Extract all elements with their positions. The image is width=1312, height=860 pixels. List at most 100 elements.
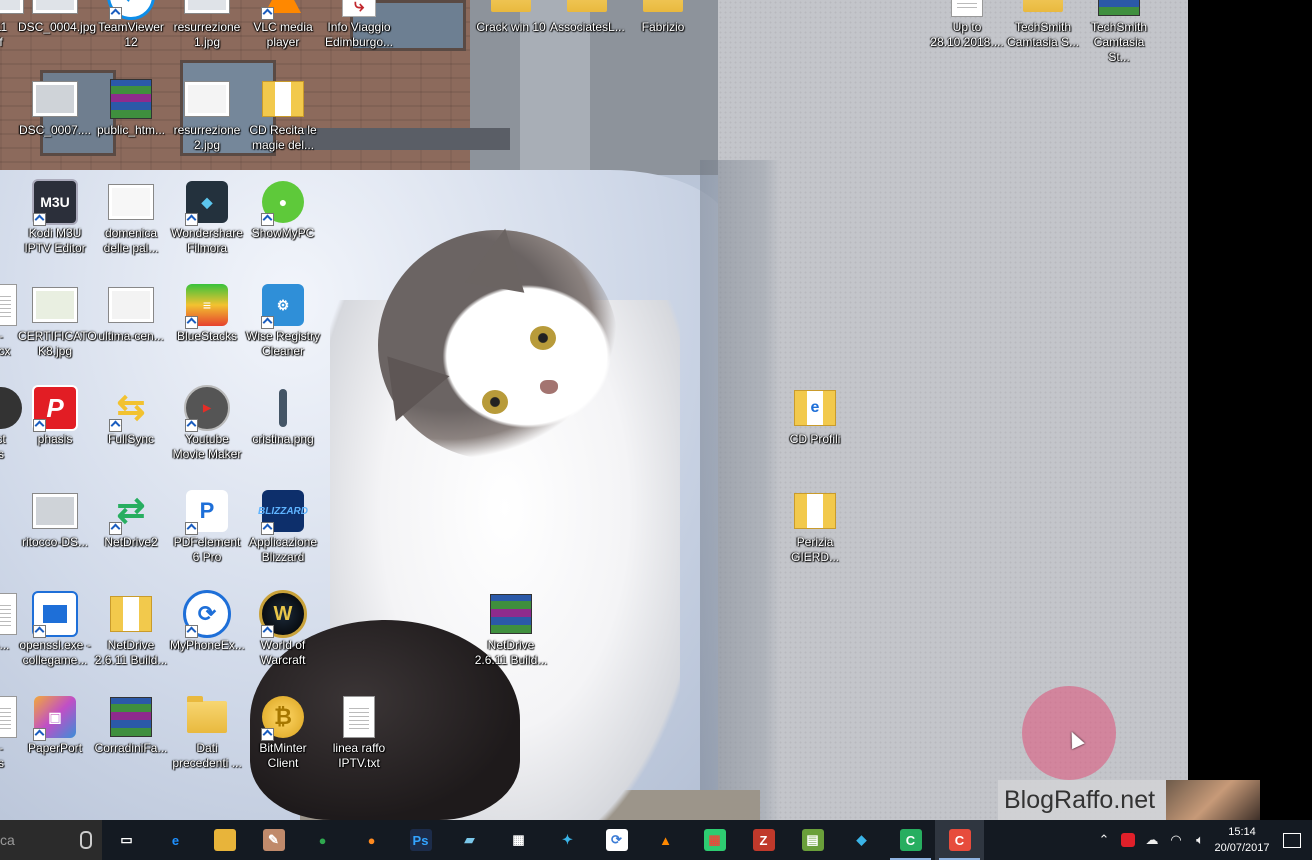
desktop-icon-label: Up to 28.10.2018.... bbox=[930, 20, 1004, 49]
monitor-icon: M3U bbox=[31, 178, 79, 226]
desktop-icon-dati-precedenti[interactable]: Dati precedenti ... bbox=[168, 693, 246, 771]
image-file-icon bbox=[107, 178, 155, 226]
desktop-icon-public-htm[interactable]: public_htm... bbox=[92, 75, 170, 138]
cloud-sync-icon[interactable]: ☁ bbox=[1140, 820, 1164, 860]
exe-shortcut-icon bbox=[31, 590, 79, 638]
desktop-icon-vlc[interactable]: VLC media player bbox=[244, 0, 322, 50]
desktop-icon-wise-registry[interactable]: ⚙ Wise Registry Cleaner bbox=[244, 281, 322, 359]
desktop-icon-myphoneexplorer[interactable]: ⟳ MyPhoneEx... bbox=[168, 590, 246, 653]
desktop-icon-info-viaggio[interactable]: ⤷ Info Viaggio Edimburgo... bbox=[320, 0, 398, 50]
taskbar-edge-button[interactable]: e bbox=[151, 820, 200, 860]
archive-icon bbox=[1095, 0, 1143, 20]
desktop-icon-netdrive-build-2[interactable]: NetDrive 2.6.11 Build... bbox=[472, 590, 550, 668]
taskbar-calculator-button[interactable]: ▦ bbox=[494, 820, 543, 860]
desktop-icon-cd-recita[interactable]: CD Recita le magie del... bbox=[244, 75, 322, 153]
folder-icon bbox=[791, 487, 839, 535]
desktop-icon-cd-profili[interactable]: e CD Profili bbox=[776, 384, 854, 447]
wallpaper-cat-eye bbox=[530, 326, 556, 350]
desktop-icon-bluestacks[interactable]: ≡ BlueStacks bbox=[168, 281, 246, 344]
desktop-icon-dsc-0007[interactable]: DSC_0007.... bbox=[16, 75, 94, 138]
desktop-icon-openssl[interactable]: openssl.exe - collegame... bbox=[16, 590, 94, 668]
taskbar-chrome-button[interactable]: ● bbox=[298, 820, 347, 860]
desktop-icon-techsmith-camtasia-s[interactable]: TechSmith Camtasia S... bbox=[1004, 0, 1082, 50]
blizzard-icon: BLIZZARD bbox=[258, 487, 308, 535]
microphone-icon[interactable] bbox=[80, 831, 92, 849]
taskbar-notepad-button[interactable]: ▤ bbox=[788, 820, 837, 860]
taskbar-myphoneexplorer-button[interactable]: ⟳ bbox=[592, 820, 641, 860]
desktop-icon-fullsync[interactable]: ⇆ FullSync bbox=[92, 384, 170, 447]
desktop-icon-label: FullSync bbox=[107, 432, 154, 446]
desktop-icon-showmypc[interactable]: ● ShowMyPC bbox=[244, 178, 322, 241]
myphoneexplorer-icon: ⟳ bbox=[183, 590, 231, 638]
desktop-icon-crack-win10[interactable]: Crack win 10 bbox=[472, 0, 550, 35]
desktop-icon-fabrizio[interactable]: Fabrizio bbox=[624, 0, 702, 35]
desktop-icon-label: TechSmith Camtasia St... bbox=[1090, 20, 1148, 64]
filmora-icon: ◆ bbox=[183, 178, 231, 226]
taskbar-office-button[interactable]: ▦ bbox=[690, 820, 739, 860]
taskbar-camtasia-button[interactable]: C bbox=[935, 820, 984, 860]
folder-icon bbox=[487, 0, 535, 20]
taskbar-notepad-plus-button[interactable]: ▰ bbox=[445, 820, 494, 860]
desktop-icon-linea-raffo[interactable]: linea raffo IPTV.txt bbox=[320, 693, 398, 771]
myphoneexplorer-icon: ⟳ bbox=[605, 829, 628, 851]
desktop-icon-up-to[interactable]: Up to 28.10.2018.... bbox=[928, 0, 1006, 50]
taskbar-filmora-button[interactable]: ◆ bbox=[837, 820, 886, 860]
desktop-icon-netdrive2[interactable]: ⇄ NetDrive2 bbox=[92, 487, 170, 550]
desktop-icon-teamviewer[interactable]: ⇄ TeamViewer 12 bbox=[92, 0, 170, 50]
desktop-icon-associatesl[interactable]: AssociatesL... bbox=[548, 0, 626, 35]
desktop-icon-label: Crack win 10 bbox=[476, 20, 546, 34]
desktop-icon-cristina[interactable]: cristina.png bbox=[244, 384, 322, 447]
taskbar-paint-button[interactable]: ✎ bbox=[249, 820, 298, 860]
desktop-icon-bitminter[interactable]: ₿ BitMinter Client bbox=[244, 693, 322, 771]
taskbar: ca ▭ e ✎ ● ● Ps ▰ ▦ ✦ ⟳ ▲ ▦ Z ▤ ◆ C C ⌃ ☁ ◠ 🔈︎ 15:14 20/… bbox=[0, 820, 1312, 860]
clock[interactable]: 15:14 20/07/2017 bbox=[1212, 824, 1272, 856]
image-file-icon bbox=[31, 487, 79, 535]
taskbar-camtasia-recorder-button[interactable]: C bbox=[886, 820, 935, 860]
paint-icon: ✎ bbox=[262, 829, 285, 851]
action-center-icon[interactable] bbox=[1272, 820, 1312, 860]
desktop-icon-domenica[interactable]: domenica delle pal... bbox=[92, 178, 170, 256]
folder-icon bbox=[259, 75, 307, 123]
notepad-icon: ▤ bbox=[801, 829, 824, 851]
desktop-icon-world-of-warcraft[interactable]: W World of Warcraft bbox=[244, 590, 322, 668]
desktop-icon-ritocco[interactable]: ritocco-DS... bbox=[16, 487, 94, 550]
desktop-icon-wondershare-filmora[interactable]: ◆ Wondershare Filmora bbox=[168, 178, 246, 256]
desktop-icon-ultima-cena[interactable]: ultima-cen... bbox=[92, 281, 170, 344]
desktop-icon-kodi-m3u[interactable]: M3U Kodi M3U IPTV Editor bbox=[16, 178, 94, 256]
desktop-icon-corradinifa[interactable]: CorradiniFa... bbox=[92, 693, 170, 756]
desktop-icon-dsc-0004[interactable]: DSC_0004.jpg bbox=[16, 0, 96, 35]
desktop-icon-resurrezione-2[interactable]: resurrezione 2.jpg bbox=[168, 75, 246, 153]
taskbar-photoshop-button[interactable]: Ps bbox=[396, 820, 445, 860]
antivirus-tray-icon[interactable] bbox=[1116, 820, 1140, 860]
desktop-icon-label: linea raffo IPTV.txt bbox=[332, 741, 386, 770]
taskbar-kodi-button[interactable]: ✦ bbox=[543, 820, 592, 860]
photoshop-icon: Ps bbox=[409, 829, 432, 851]
office-icon: ▦ bbox=[703, 829, 726, 851]
desktop-icon-label: resurrezione 2.jpg bbox=[173, 123, 241, 152]
desktop-icon-youtube-movie-maker[interactable]: ▶ Youtube Movie Maker bbox=[168, 384, 246, 462]
desktop-icon-label: NetDrive 2.6.11 Build... bbox=[94, 638, 168, 667]
desktop-icon-label: NetDrive 2.6.11 Build... bbox=[474, 638, 548, 667]
desktop-icon-phasis[interactable]: P phasis bbox=[16, 384, 94, 447]
desktop-icon-resurrezione-1[interactable]: resurrezione 1.jpg bbox=[168, 0, 246, 50]
desktop-icon-label: ritocco-DS... bbox=[21, 535, 88, 549]
wifi-icon[interactable]: ◠ bbox=[1164, 820, 1188, 860]
folder-icon bbox=[639, 0, 687, 20]
taskbar-vlc-button[interactable]: ▲ bbox=[641, 820, 690, 860]
desktop-icon-paperport[interactable]: ▣ PaperPort bbox=[16, 693, 94, 756]
desktop-icon-label: CD Recita le magie del... bbox=[249, 123, 317, 152]
taskbar-search-box[interactable]: ca bbox=[0, 820, 102, 860]
taskbar-filezilla-button[interactable]: Z bbox=[739, 820, 788, 860]
desktop-icon-blizzard[interactable]: BLIZZARD Applicazione Blizzard bbox=[244, 487, 322, 565]
show-hidden-icons-chevron-icon[interactable]: ⌃ bbox=[1092, 820, 1116, 860]
desktop-icon-netdrive-build-1[interactable]: NetDrive 2.6.11 Build... bbox=[92, 590, 170, 668]
desktop-icon-certificato[interactable]: CERTIFICATO K8.jpg bbox=[16, 281, 97, 359]
volume-icon[interactable]: 🔈︎ bbox=[1188, 820, 1212, 860]
taskbar-task-view-button[interactable]: ▭ bbox=[102, 820, 151, 860]
desktop-icon-perizia[interactable]: Perizia GIERD... bbox=[776, 487, 854, 565]
desktop-icon-label: ultima-cen... bbox=[98, 329, 164, 343]
desktop-icon-techsmith-camtasia-st[interactable]: TechSmith Camtasia St... bbox=[1080, 0, 1158, 65]
desktop-icon-pdfelement[interactable]: P PDFelement 6 Pro bbox=[168, 487, 246, 565]
taskbar-firefox-button[interactable]: ● bbox=[347, 820, 396, 860]
taskbar-file-explorer-button[interactable] bbox=[200, 820, 249, 860]
